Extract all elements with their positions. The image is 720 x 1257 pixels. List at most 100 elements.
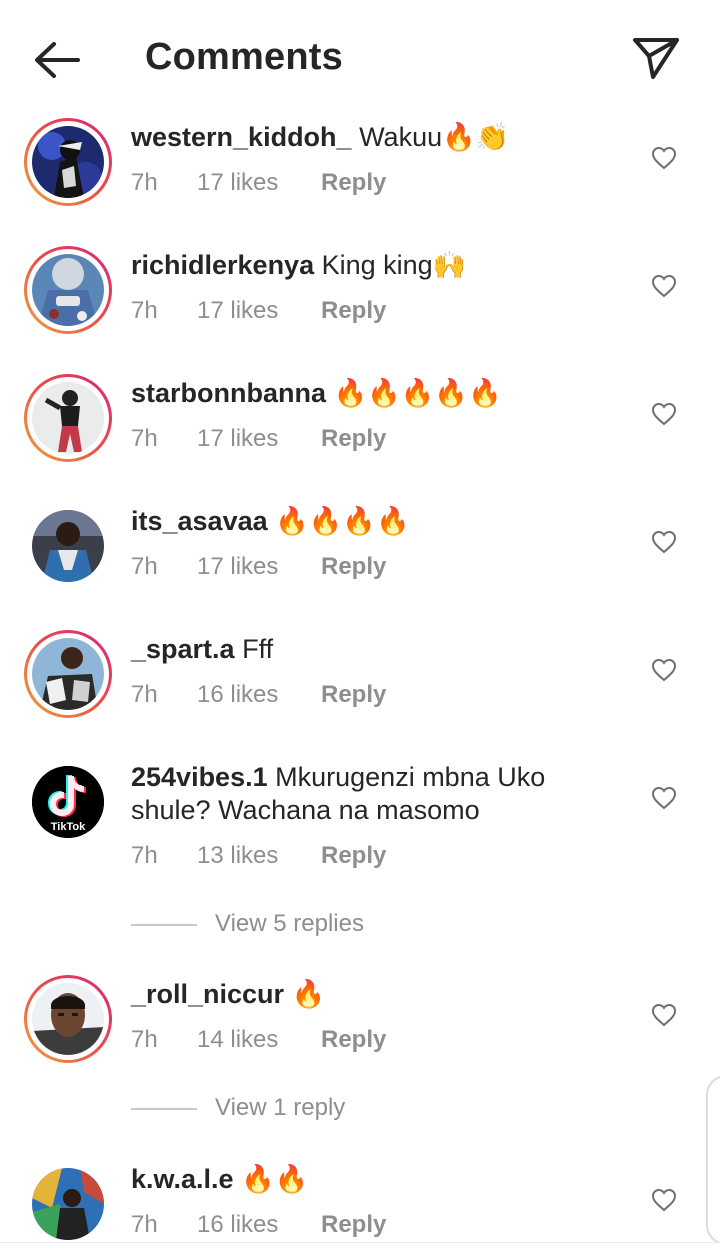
comment-meta: 7h 16 likes Reply: [131, 681, 386, 709]
reply-button[interactable]: Reply: [321, 1026, 386, 1054]
comment-username[interactable]: k.w.a.l.e: [131, 1164, 234, 1194]
comment-text: richidlerkenya King king🙌: [131, 249, 601, 282]
comment-likes[interactable]: 17 likes: [197, 553, 321, 581]
comment-body: 🔥🔥🔥🔥: [275, 506, 410, 536]
avatar[interactable]: [24, 975, 112, 1063]
comment-time: 7h: [131, 553, 158, 580]
comment-text: starbonnbanna 🔥🔥🔥🔥🔥: [131, 377, 601, 410]
comment-body: Fff: [242, 634, 274, 664]
avatar-image: [32, 382, 104, 454]
reply-button[interactable]: Reply: [321, 297, 386, 325]
comment-text: k.w.a.l.e 🔥🔥: [131, 1163, 601, 1196]
comment-item: k.w.a.l.e 🔥🔥 7h 16 likes Reply: [0, 1157, 720, 1243]
header-bar: Comments: [0, 0, 720, 112]
comment-time: 7h: [131, 1211, 158, 1238]
avatar[interactable]: TikTok: [24, 758, 112, 846]
comment-username[interactable]: its_asavaa: [131, 506, 268, 536]
comment-meta: 7h 14 likes Reply: [131, 1026, 386, 1054]
comment-meta: 7h 17 likes Reply: [131, 425, 386, 453]
comment-meta: 7h 17 likes Reply: [131, 169, 386, 197]
heart-icon[interactable]: [651, 402, 677, 426]
heart-icon[interactable]: [651, 786, 677, 810]
comment-meta: 7h 17 likes Reply: [131, 297, 386, 325]
heart-icon[interactable]: [651, 1188, 677, 1212]
comment-meta: 7h 16 likes Reply: [131, 1211, 386, 1239]
replies-divider: [131, 1107, 197, 1110]
avatar[interactable]: [24, 502, 112, 590]
reply-button[interactable]: Reply: [321, 1211, 386, 1239]
avatar-image: [32, 254, 104, 326]
bottom-divider: [0, 1242, 720, 1257]
arrow-left-icon: [35, 42, 80, 78]
comment-item: _spart.a Fff 7h 16 likes Reply: [0, 627, 720, 737]
view-replies-button[interactable]: View 5 replies: [131, 910, 364, 940]
edge-panel-handle[interactable]: [706, 1075, 720, 1245]
view-replies-button[interactable]: View 1 reply: [131, 1094, 345, 1124]
reply-button[interactable]: Reply: [321, 169, 386, 197]
comment-body: King king🙌: [321, 250, 467, 280]
view-replies-label: View 5 replies: [215, 910, 364, 937]
page-title: Comments: [145, 36, 343, 78]
tiktok-wordmark: TikTok: [51, 821, 86, 833]
replies-divider: [131, 923, 197, 926]
comment-username[interactable]: _spart.a: [131, 634, 235, 664]
reply-button[interactable]: Reply: [321, 681, 386, 709]
comment-likes[interactable]: 14 likes: [197, 1026, 321, 1054]
comment-username[interactable]: western_kiddoh_: [131, 122, 352, 152]
reply-button[interactable]: Reply: [321, 842, 386, 870]
comment-item: its_asavaa 🔥🔥🔥🔥 7h 17 likes Reply: [0, 499, 720, 609]
avatar[interactable]: [24, 374, 112, 462]
comment-text: western_kiddoh_ Wakuu🔥👏: [131, 121, 601, 154]
heart-icon[interactable]: [651, 658, 677, 682]
avatar-image: [32, 1168, 104, 1240]
comment-text: _roll_niccur 🔥: [131, 978, 601, 1011]
comment-likes[interactable]: 17 likes: [197, 169, 321, 197]
comment-time: 7h: [131, 842, 158, 869]
comment-likes[interactable]: 13 likes: [197, 842, 321, 870]
comment-body: 🔥🔥🔥🔥🔥: [333, 378, 502, 408]
heart-icon[interactable]: [651, 274, 677, 298]
view-replies-label: View 1 reply: [215, 1094, 346, 1121]
comment-username[interactable]: 254vibes.1: [131, 762, 268, 792]
comment-item: TikTok 254vibes.1 Mkurugenzi mbna Uko sh…: [0, 755, 720, 955]
comment-body: 🔥: [291, 979, 326, 1009]
comment-text: its_asavaa 🔥🔥🔥🔥: [131, 505, 601, 538]
comment-item: western_kiddoh_ Wakuu🔥👏 7h 17 likes Reply: [0, 115, 720, 225]
comment-item: starbonnbanna 🔥🔥🔥🔥🔥 7h 17 likes Reply: [0, 371, 720, 481]
comment-username[interactable]: richidlerkenya: [131, 250, 314, 280]
reply-button[interactable]: Reply: [321, 425, 386, 453]
comment-likes[interactable]: 17 likes: [197, 425, 321, 453]
avatar[interactable]: [24, 246, 112, 334]
comment-item: _roll_niccur 🔥 7h 14 likes Reply View 1 re…: [0, 972, 720, 1142]
heart-icon[interactable]: [651, 1003, 677, 1027]
share-button[interactable]: [630, 34, 682, 82]
comment-likes[interactable]: 17 likes: [197, 297, 321, 325]
comment-time: 7h: [131, 425, 158, 452]
paper-plane-icon: [633, 38, 679, 79]
comment-username[interactable]: _roll_niccur: [131, 979, 284, 1009]
comment-item: richidlerkenya King king🙌 7h 17 likes Repl…: [0, 243, 720, 353]
comment-meta: 7h 13 likes Reply: [131, 842, 386, 870]
heart-icon[interactable]: [651, 530, 677, 554]
tiktok-logo: TikTok: [32, 766, 104, 838]
comment-text: 254vibes.1 Mkurugenzi mbna Uko shule? Wa…: [131, 761, 601, 827]
comment-meta: 7h 17 likes Reply: [131, 553, 386, 581]
avatar-image: [32, 126, 104, 198]
comment-likes[interactable]: 16 likes: [197, 1211, 321, 1239]
comment-likes[interactable]: 16 likes: [197, 681, 321, 709]
comment-time: 7h: [131, 297, 158, 324]
comment-body: Wakuu🔥👏: [359, 122, 510, 152]
reply-button[interactable]: Reply: [321, 553, 386, 581]
avatar[interactable]: [24, 630, 112, 718]
avatar-image: [32, 510, 104, 582]
avatar[interactable]: [24, 1160, 112, 1248]
heart-icon[interactable]: [651, 146, 677, 170]
avatar[interactable]: [24, 118, 112, 206]
comment-time: 7h: [131, 169, 158, 196]
avatar-image: [32, 638, 104, 710]
comment-time: 7h: [131, 681, 158, 708]
comment-username[interactable]: starbonnbanna: [131, 378, 326, 408]
comment-time: 7h: [131, 1026, 158, 1053]
comment-body: 🔥🔥: [241, 1164, 309, 1194]
back-button[interactable]: [30, 38, 82, 82]
